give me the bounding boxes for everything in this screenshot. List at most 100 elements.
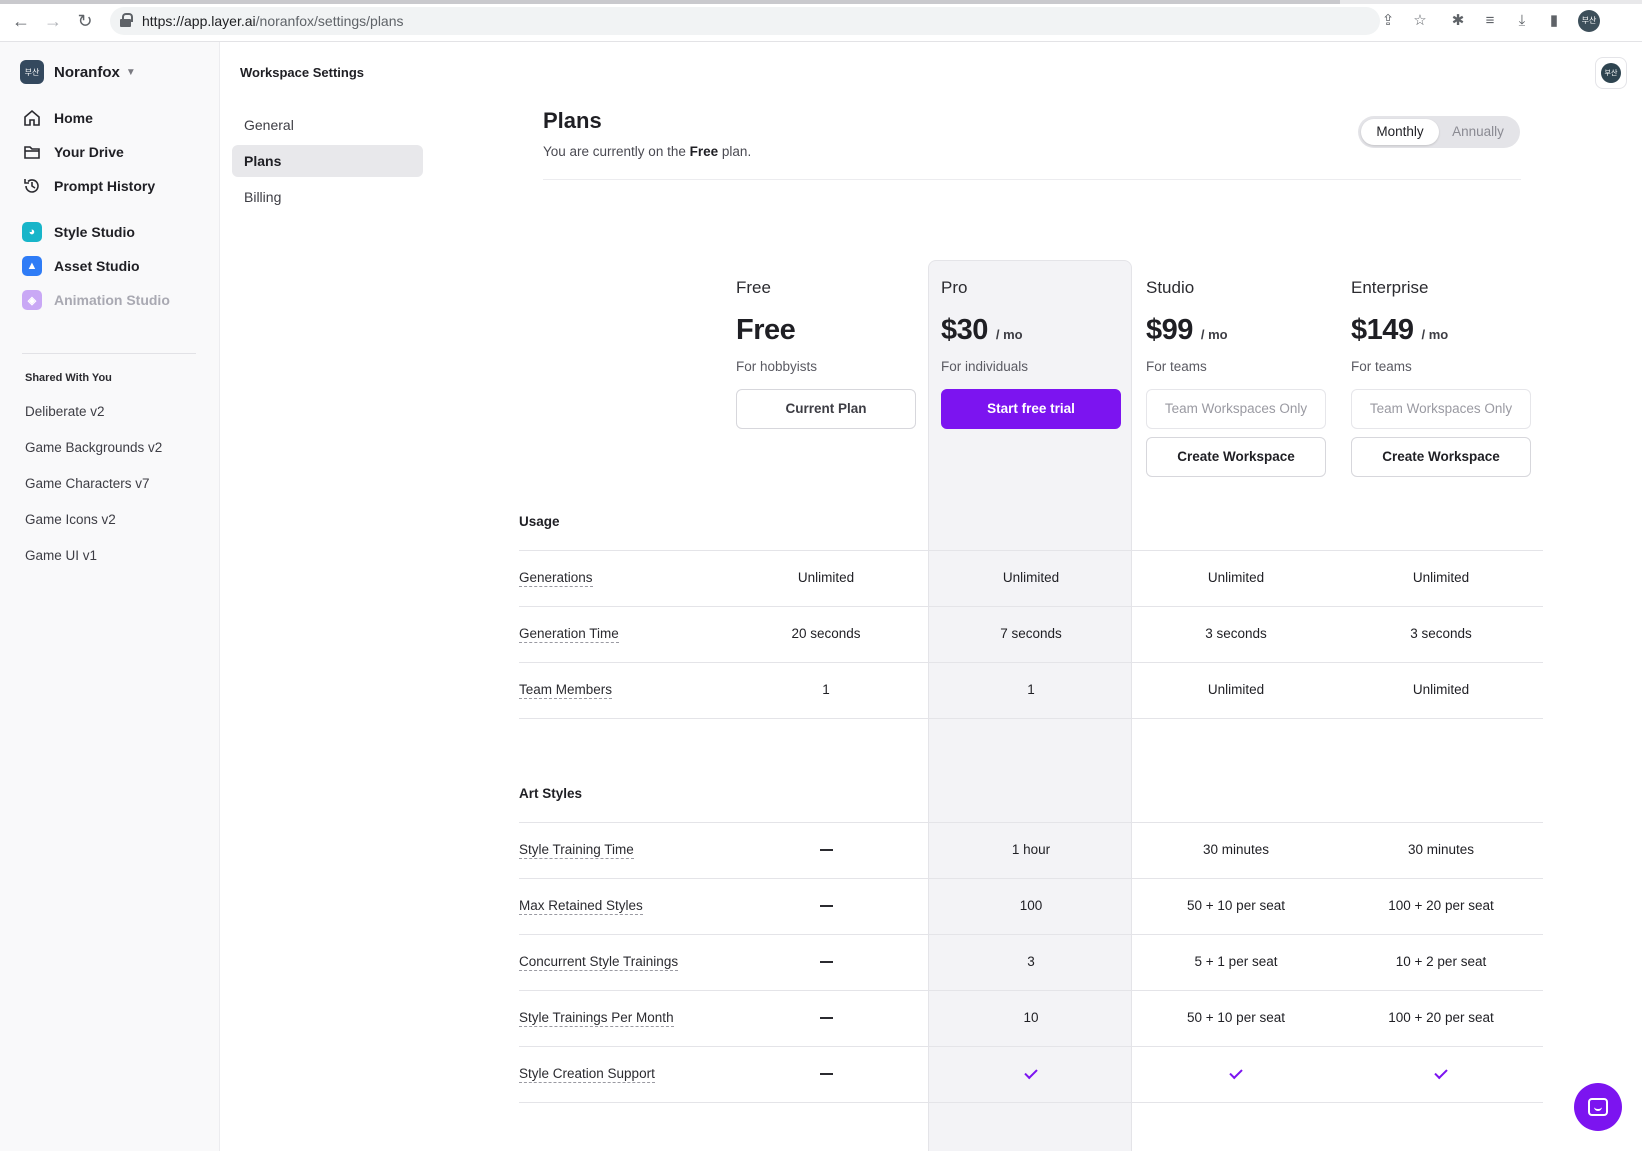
workspace-switcher[interactable]: 부산 Noranfox ▼: [20, 60, 136, 84]
row-divider: [519, 822, 1543, 823]
feature-label-generation-time[interactable]: Generation Time: [519, 626, 619, 643]
address-bar[interactable]: https://app.layer.ai/noranfox/settings/p…: [110, 7, 1380, 35]
settings-tab-billing[interactable]: Billing: [232, 181, 423, 213]
table-cell: [931, 1065, 1131, 1081]
sidebar-item-label: Your Drive: [54, 144, 124, 160]
table-cell: Unlimited: [1207, 570, 1265, 585]
sidebar-item-animation-studio[interactable]: ◈ Animation Studio: [22, 290, 170, 310]
table-cell: 50 + 10 per seat: [1187, 898, 1285, 913]
plan-studio: Studio $99 / mo For teams Team Workspaces…: [1146, 278, 1326, 477]
table-cell: 1: [822, 682, 830, 697]
table-cell: [726, 1010, 926, 1025]
table-cell: 3 seconds: [1410, 626, 1472, 641]
table-cell: 100 + 20 per seat: [1388, 1010, 1494, 1025]
active-tab[interactable]: [0, 0, 1340, 4]
plan-price-period: / mo: [1421, 327, 1449, 342]
plan-name: Enterprise: [1351, 278, 1429, 297]
lock-icon: [120, 13, 133, 27]
plan-name: Pro: [941, 278, 968, 297]
side-panel-icon[interactable]: ▮: [1544, 11, 1564, 31]
settings-tab-plans[interactable]: Plans: [232, 145, 423, 177]
feature-label-team-members[interactable]: Team Members: [519, 682, 613, 699]
browser-profile-avatar[interactable]: 부산: [1578, 10, 1600, 32]
shared-section-title: Shared With You: [25, 372, 112, 384]
toggle-annually[interactable]: Annually: [1439, 119, 1517, 145]
feature-label-generations[interactable]: Generations: [519, 570, 593, 587]
usage-section-title: Usage: [519, 514, 560, 529]
plan-free: Free Free For hobbyists Current Plan: [736, 278, 916, 429]
shared-item[interactable]: Game UI v1: [25, 548, 97, 563]
url-path: /noranfox/settings/plans: [255, 13, 404, 29]
team-workspaces-only-button[interactable]: Team Workspaces Only: [1351, 389, 1531, 429]
table-cell: [726, 898, 926, 913]
shared-item[interactable]: Game Characters v7: [25, 476, 150, 491]
billing-period-toggle: Monthly Annually: [1358, 116, 1520, 148]
sidebar-item-asset-studio[interactable]: ▲ Asset Studio: [22, 256, 140, 276]
star-icon[interactable]: ☆: [1410, 11, 1430, 31]
image-icon: ▲: [22, 256, 42, 276]
plan-price: $99 / mo: [1146, 314, 1326, 347]
table-cell: Unlimited: [1002, 570, 1060, 585]
sidebar-item-style-studio[interactable]: ◕ Style Studio: [22, 222, 135, 242]
shared-item[interactable]: Deliberate v2: [25, 404, 105, 419]
row-divider: [519, 878, 1543, 879]
create-workspace-button[interactable]: Create Workspace: [1146, 437, 1326, 477]
sidebar-divider: [22, 353, 196, 354]
share-icon[interactable]: ⇪: [1378, 11, 1398, 31]
table-cell: 20 seconds: [791, 626, 861, 641]
shared-item[interactable]: Game Icons v2: [25, 512, 116, 527]
home-icon: [22, 108, 42, 128]
dash-mark: [819, 849, 833, 852]
sidebar-item-your-drive[interactable]: Your Drive: [22, 142, 124, 162]
plan-description: For teams: [1351, 359, 1412, 374]
row-divider: [519, 718, 1543, 719]
table-cell: Unlimited: [1412, 570, 1470, 585]
sidebar-item-label: Home: [54, 110, 93, 126]
url-text: https://app.layer.ai/noranfox/settings/p…: [142, 13, 404, 29]
feature-label-max-retained-styles[interactable]: Max Retained Styles: [519, 898, 643, 915]
table-cell: [726, 954, 926, 969]
media-icon[interactable]: ≡: [1480, 11, 1500, 31]
chat-icon: [1588, 1098, 1608, 1116]
download-icon[interactable]: ⤓: [1512, 11, 1532, 31]
current-plan-name: Free: [689, 144, 719, 159]
back-arrow-icon[interactable]: ←: [10, 10, 32, 32]
table-cell: 5 + 1 per seat: [1194, 954, 1278, 969]
feature-label-style-training-time[interactable]: Style Training Time: [519, 842, 634, 859]
current-plan-button[interactable]: Current Plan: [736, 389, 916, 429]
palette-icon: ◕: [22, 222, 42, 242]
table-cell: 30 minutes: [1202, 842, 1270, 857]
plan-pro: Pro $30 / mo For individuals Start free t…: [941, 278, 1121, 429]
sidebar-item-home[interactable]: Home: [22, 108, 93, 128]
reload-icon[interactable]: ↻: [74, 10, 96, 32]
start-free-trial-button[interactable]: Start free trial: [941, 389, 1121, 429]
feature-label-style-trainings-per-month[interactable]: Style Trainings Per Month: [519, 1010, 674, 1027]
table-cell: 100 + 20 per seat: [1388, 898, 1494, 913]
create-workspace-button[interactable]: Create Workspace: [1351, 437, 1531, 477]
film-icon: ◈: [22, 290, 42, 310]
settings-tab-general[interactable]: General: [232, 109, 423, 141]
row-divider: [519, 1102, 1543, 1103]
art-styles-section-title: Art Styles: [519, 786, 583, 801]
table-cell: [1136, 1065, 1336, 1081]
user-avatar-button[interactable]: 부산: [1595, 57, 1627, 89]
feature-label-concurrent-style-trainings[interactable]: Concurrent Style Trainings: [519, 954, 679, 971]
extensions-icon[interactable]: ✱: [1448, 11, 1468, 31]
table-cell: Unlimited: [1412, 682, 1470, 697]
feature-label-style-creation-support[interactable]: Style Creation Support: [519, 1066, 655, 1083]
row-divider: [519, 662, 1543, 663]
team-workspaces-only-button[interactable]: Team Workspaces Only: [1146, 389, 1326, 429]
table-cell: [726, 1066, 926, 1081]
sidebar-item-label: Animation Studio: [54, 292, 170, 308]
shared-item[interactable]: Game Backgrounds v2: [25, 440, 162, 455]
sidebar-item-label: Asset Studio: [54, 258, 140, 274]
table-cell: Unlimited: [797, 570, 855, 585]
forward-arrow-icon[interactable]: →: [42, 10, 64, 32]
toggle-monthly[interactable]: Monthly: [1361, 119, 1439, 145]
dash-mark: [819, 1017, 833, 1020]
plan-price: Free: [736, 314, 916, 347]
chat-support-button[interactable]: [1574, 1083, 1622, 1131]
table-cell: 10: [1023, 1010, 1039, 1025]
sidebar-item-prompt-history[interactable]: Prompt History: [22, 176, 155, 196]
row-divider: [519, 606, 1543, 607]
